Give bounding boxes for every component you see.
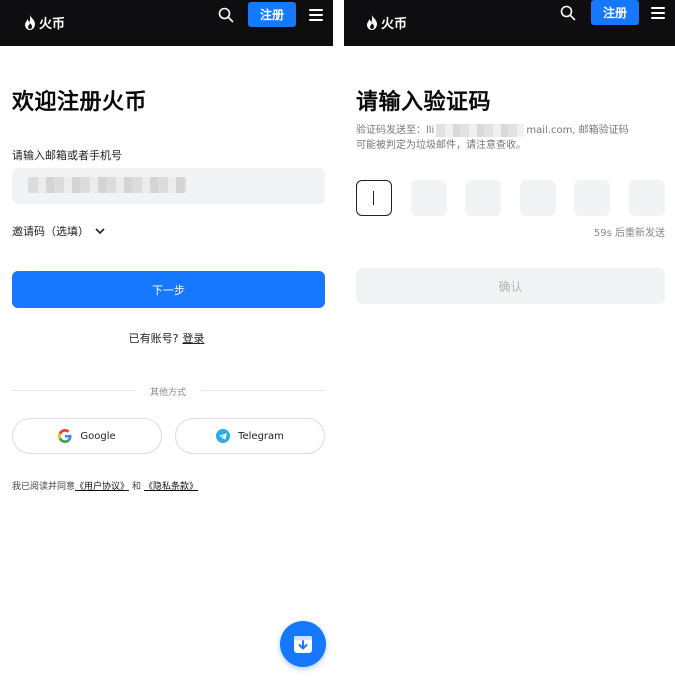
- privacy-policy-link[interactable]: 《隐私条款》: [144, 479, 198, 492]
- chevron-down-icon: [95, 228, 105, 235]
- search-icon[interactable]: [560, 5, 576, 21]
- top-bar: 火币 注册: [344, 0, 675, 46]
- agreement-prefix: 我已阅读并同意: [12, 482, 76, 492]
- redacted-email: [436, 124, 525, 137]
- divider-right: [201, 390, 325, 391]
- telegram-login-button[interactable]: Telegram: [175, 418, 325, 454]
- telegram-icon: [216, 429, 231, 443]
- confirm-button[interactable]: 确认: [356, 268, 665, 304]
- invite-code-toggle[interactable]: 邀请码（选填）: [12, 223, 105, 239]
- menu-icon[interactable]: [651, 7, 665, 19]
- code-digit-5[interactable]: [574, 180, 610, 216]
- invite-code-label: 邀请码（选填）: [12, 225, 89, 238]
- verification-panel: 火币 注册 请输入验证码 验证码发送至： lli mail.com, 邮箱验证码…: [344, 0, 675, 694]
- logo-flame-icon: [367, 15, 377, 30]
- register-button[interactable]: 注册: [591, 0, 639, 25]
- download-icon: [294, 636, 312, 653]
- google-icon: [58, 429, 72, 443]
- top-bar: 火币 注册: [0, 0, 333, 46]
- sent-line2: 可能被判定为垃圾邮件，请注意查收。: [356, 140, 526, 151]
- sent-prefix: 验证码发送至：: [356, 125, 426, 136]
- user-agreement-link[interactable]: 《用户协议》: [75, 479, 129, 492]
- code-sent-notice: 验证码发送至： lli mail.com, 邮箱验证码 可能被判定为垃圾邮件，请…: [356, 123, 671, 153]
- code-digit-3[interactable]: [465, 180, 501, 216]
- panel-gap: [333, 0, 344, 694]
- page-title: 欢迎注册火币: [12, 90, 148, 115]
- code-digit-4[interactable]: [520, 180, 556, 216]
- code-digit-6[interactable]: [629, 180, 665, 216]
- login-link[interactable]: 登录: [182, 330, 204, 346]
- resend-countdown: 59s 后重新发送: [593, 228, 665, 239]
- agreement-text: 我已阅读并同意 《用户协议》 和 《隐私条款》: [12, 479, 198, 492]
- code-digit-2[interactable]: [411, 180, 447, 216]
- and-text: 和: [132, 482, 142, 492]
- account-label: 请输入邮箱或者手机号: [12, 149, 122, 162]
- has-account-text: 已有账号?: [128, 332, 179, 345]
- register-button[interactable]: 注册: [248, 2, 296, 27]
- page-title: 请输入验证码: [356, 90, 492, 115]
- sent-email-partial: lli: [426, 125, 435, 136]
- login-prompt: 已有账号? 登录: [0, 330, 333, 346]
- download-app-button[interactable]: [280, 621, 326, 667]
- text-cursor: [373, 191, 374, 205]
- other-methods-label: 其他方式: [150, 388, 187, 398]
- code-digit-1[interactable]: [356, 180, 392, 216]
- search-icon[interactable]: [218, 7, 234, 23]
- logo-flame-icon: [25, 15, 35, 30]
- google-label: Google: [80, 430, 116, 442]
- menu-icon[interactable]: [309, 9, 323, 21]
- register-panel: 火币 注册 欢迎注册火币 请输入邮箱或者手机号 邀请码（选填） 下一步 已有账号…: [0, 0, 333, 694]
- brand-name: 火币: [381, 17, 408, 32]
- brand-name: 火币: [39, 17, 66, 32]
- google-login-button[interactable]: Google: [12, 418, 162, 454]
- redacted-value: [28, 177, 186, 193]
- next-button[interactable]: 下一步: [12, 271, 325, 308]
- brand-logo[interactable]: 火币: [24, 13, 65, 32]
- telegram-label: Telegram: [238, 430, 284, 442]
- divider-left: [12, 390, 136, 391]
- sent-email-suffix: mail.com, 邮箱验证码: [526, 125, 629, 136]
- account-input[interactable]: [12, 168, 325, 204]
- brand-logo[interactable]: 火币: [366, 13, 407, 32]
